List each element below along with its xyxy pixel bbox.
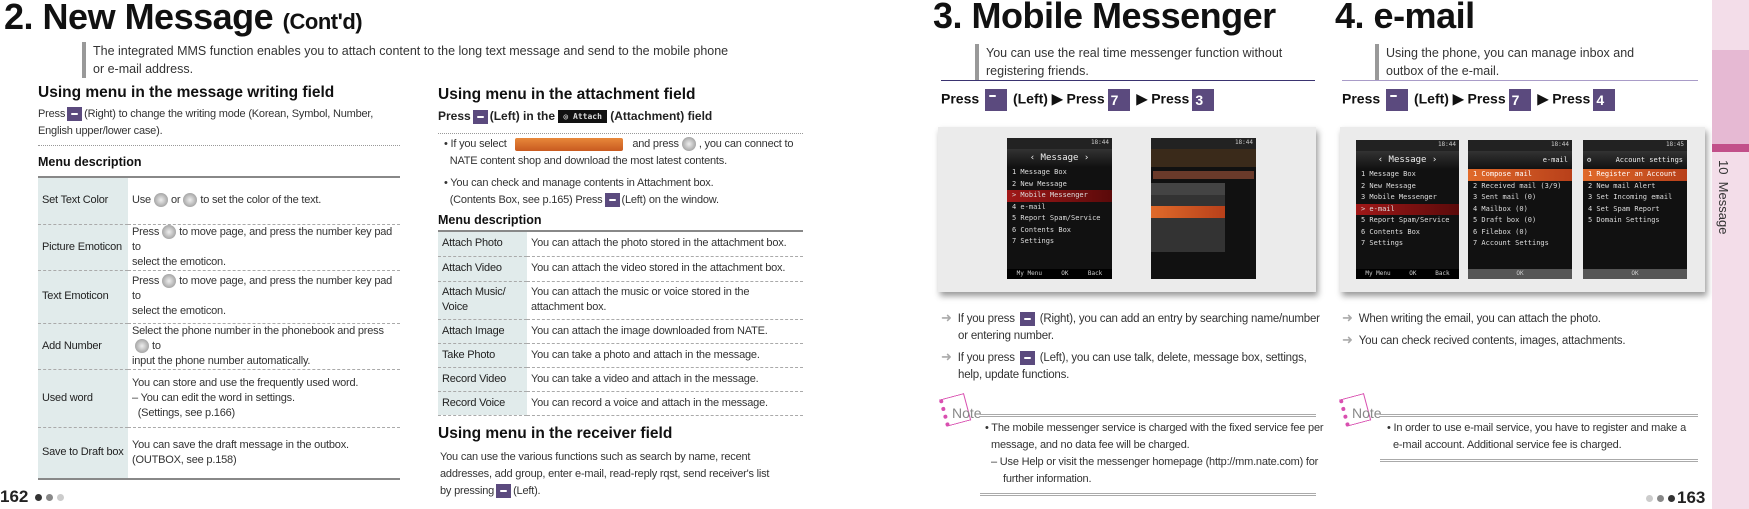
nav-key-icon <box>153 193 168 208</box>
divider <box>980 493 1316 496</box>
nav-key-icon <box>183 193 198 208</box>
gear-icon: ⚙ <box>1587 156 1592 164</box>
email-title: 4. e-mail <box>1335 0 1475 36</box>
arrow-icon: ➜ <box>1342 332 1353 347</box>
page-title: 2. New Message (Cont'd) <box>4 0 363 37</box>
phone-screen-messenger-menu: 18:44 <box>1151 138 1256 279</box>
table-row: Save to Draft box You can save the draft … <box>38 427 400 479</box>
key-3-icon: 3 <box>1192 89 1215 111</box>
note-label: Note <box>1352 405 1382 421</box>
divider <box>1380 414 1698 417</box>
email-note: • In order to use e-mail service, you ha… <box>1387 422 1687 451</box>
soft-key-icon <box>1019 311 1035 326</box>
writing-menu-table: Set Text Color Use or to set the color of t… <box>38 176 400 480</box>
attach-chip: ◎ Attach <box>558 110 607 124</box>
table-row: Used word You can store and use the frequ… <box>38 369 400 428</box>
table-row: Attach Music/ Voice You can attach the mu… <box>438 281 803 320</box>
table-row: Attach Image You can attach the image dow… <box>438 319 803 344</box>
arrow-icon: ➜ <box>1342 310 1353 325</box>
email-bullet-2: ➜ You can check recived contents, images,… <box>1342 332 1626 347</box>
ok-key-icon <box>135 338 149 353</box>
table-row: Set Text Color Use or to set the color of t… <box>38 177 400 225</box>
table-row: Record Voice You can record a voice and a… <box>438 391 803 416</box>
attachment-bullet-1: • If you select and press, you can conne… <box>444 137 794 167</box>
table-row: Record Video You can take a video and att… <box>438 367 803 392</box>
nav-key-icon <box>162 224 177 239</box>
writing-field-heading: Using menu in the message writing field <box>38 84 335 101</box>
messenger-screenshots: 18:44 ‹ Message › 1 Message Box 2 New Mes… <box>938 127 1316 292</box>
messenger-intro: You can use the real time messenger func… <box>975 44 1315 80</box>
phone-screen-account-settings: 18:45 ⚙ Account settings 1 Register an Ac… <box>1583 140 1687 279</box>
ok-key-icon <box>681 137 696 152</box>
content-shop-chip <box>515 137 624 151</box>
soft-key-icon <box>496 484 512 499</box>
divider <box>980 414 1316 417</box>
divider <box>1380 459 1698 462</box>
writing-field-text: Press (Right) to change the writing mode … <box>38 107 374 137</box>
soft-key-icon <box>604 193 620 208</box>
messenger-bullet-2: ➜ If you press (Left), you can use talk, … <box>941 349 1307 381</box>
page-number-right: 163 <box>1644 489 1705 507</box>
arrow-icon: ➜ <box>941 349 952 364</box>
messenger-steps: Press (Left) ▶ Press 7 ▶ Press 3 <box>941 89 1217 111</box>
menu-description-heading: Menu description <box>38 155 142 169</box>
phone-screen-message-menu: 18:44 ‹ Message › 1 Message Box 2 New Mes… <box>1356 140 1459 279</box>
phone-screen-email-menu: 18:44 e-mail 1 Compose mail 2 Received ma… <box>1468 140 1572 279</box>
menu-description-heading: Menu description <box>438 213 542 227</box>
soft-key-icon <box>1019 350 1035 365</box>
soft-key-icon <box>1386 89 1409 111</box>
arrow-icon: ➜ <box>941 310 952 325</box>
divider <box>38 145 400 146</box>
table-row: Attach Video You can attach the video sto… <box>438 256 803 282</box>
divider <box>941 80 1315 81</box>
messenger-note: • The mobile messenger service is charge… <box>985 422 1324 485</box>
intro: The integrated MMS function enables you … <box>82 42 762 78</box>
chapter-bar <box>1712 144 1749 152</box>
email-screenshots: 18:44 ‹ Message › 1 Message Box 2 New Mes… <box>1340 127 1705 292</box>
messenger-bullet-1: ➜ If you press (Right), you can add an en… <box>941 310 1320 342</box>
table-row: Picture Emoticon Press to move page, and p… <box>38 224 400 271</box>
table-row: Take Photo You can take a photo and attac… <box>438 343 803 368</box>
soft-key-icon <box>67 107 83 122</box>
nav-key-icon <box>162 274 177 289</box>
note-label: Note <box>952 405 982 421</box>
key-4-icon: 4 <box>1593 89 1616 111</box>
table-row: Attach Photo You can attach the photo sto… <box>438 231 803 257</box>
chapter-label: 10 Message <box>1716 160 1731 235</box>
chapter-tab <box>1712 50 1749 144</box>
page-number-left: 162 <box>0 488 66 506</box>
phone-screen-message-menu: 18:44 ‹ Message › 1 Message Box 2 New Mes… <box>1007 138 1112 279</box>
attachment-menu-table: Attach Photo You can attach the photo sto… <box>438 230 803 416</box>
key-7-icon: 7 <box>1508 89 1531 111</box>
email-steps: Press (Left) ▶ Press 7 ▶ Press 4 <box>1342 89 1618 111</box>
receiver-field-text: You can use the various functions such a… <box>440 451 770 499</box>
key-7-icon: 7 <box>1107 89 1130 111</box>
divider <box>438 133 803 134</box>
receiver-field-heading: Using menu in the receiver field <box>438 425 673 442</box>
divider <box>1342 80 1698 81</box>
table-row: Add Number Select the phone number in the… <box>38 323 400 370</box>
soft-key-icon <box>472 109 488 124</box>
email-intro: Using the phone, you can manage inbox an… <box>1375 44 1695 80</box>
table-row: Text Emoticon Press to move page, and pres… <box>38 270 400 324</box>
email-bullet-1: ➜ When writing the email, you can attach … <box>1342 310 1601 325</box>
attachment-bullet-2: • You can check and manage contents in A… <box>444 177 719 208</box>
attachment-field-heading: Using menu in the attachment field <box>438 86 696 103</box>
soft-key-icon <box>985 89 1008 111</box>
messenger-title: 3. Mobile Messenger <box>933 0 1276 36</box>
attachment-press-line: Press (Left) in the ◎ Attach (Attachment)… <box>438 109 713 124</box>
